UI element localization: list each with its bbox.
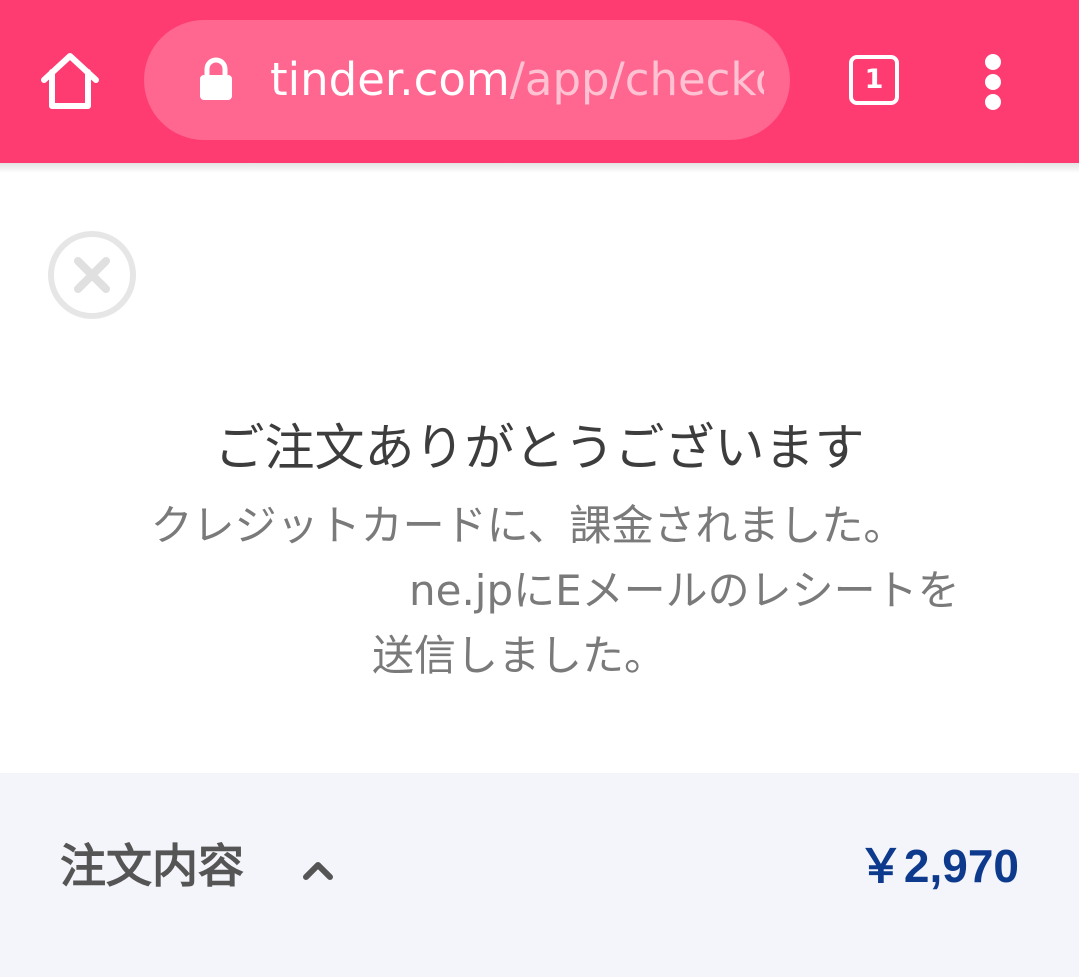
order-summary-label: 注文内容 xyxy=(60,839,244,893)
thank-you-heading: ご注文ありがとうございます xyxy=(214,419,865,477)
more-vert-icon[interactable] xyxy=(966,52,1022,112)
browser-toolbar: tinder.com/app/checkout 1 xyxy=(0,0,1079,163)
tab-count: 1 xyxy=(864,64,884,95)
receipt-message-line2: 送信しました。 xyxy=(372,631,667,680)
home-icon[interactable] xyxy=(38,50,102,112)
close-icon[interactable] xyxy=(46,229,138,321)
charged-message: クレジットカードに、課金されました。 xyxy=(150,501,906,550)
order-summary-bar[interactable]: 注文内容 ￥2,970 xyxy=(0,773,1079,977)
order-total-price: ￥2,970 xyxy=(857,840,1019,892)
toolbar-shadow xyxy=(0,163,1079,173)
url-path: /app/checkout xyxy=(509,53,764,106)
receipt-message-line1: ne.jpにEメールのレシートを xyxy=(409,566,960,615)
address-bar[interactable]: tinder.com/app/checkout xyxy=(144,20,790,140)
url-host: tinder.com xyxy=(270,53,510,106)
chevron-up-icon[interactable] xyxy=(300,855,336,885)
lock-icon xyxy=(198,56,234,102)
tab-switcher-button[interactable]: 1 xyxy=(849,55,899,105)
url-text: tinder.com/app/checkout xyxy=(270,48,764,112)
